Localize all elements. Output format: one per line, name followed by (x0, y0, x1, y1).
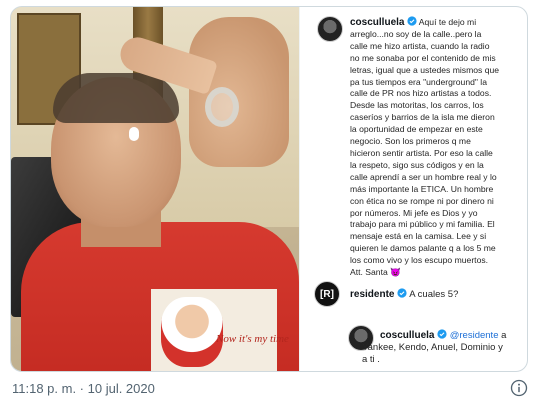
verified-badge-icon (437, 329, 447, 339)
caption-line: la respeto, sigo sus códigos y en la (350, 159, 484, 170)
mention-link[interactable]: @residente (450, 330, 499, 341)
post-sidebar: cosculluela Aquí te dejo mi arreglo...no… (299, 7, 527, 371)
comment-username[interactable]: cosculluela (380, 330, 434, 341)
caption-line: negocio. Son los primeros q me (350, 136, 471, 147)
info-icon[interactable] (510, 379, 528, 397)
caption-line: la oportunidad de empezar en este (350, 124, 483, 135)
post-caption: cosculluela Aquí te dejo mi arreglo...no… (350, 16, 527, 279)
caption-line: caseríos y barrios de la isla me dieron (350, 112, 495, 123)
verified-badge-icon (407, 16, 417, 26)
residente-logo-text: [R] (320, 288, 334, 300)
verified-badge-icon (397, 288, 407, 298)
photo-earbud (129, 127, 139, 141)
caption-line: los como vivo y los escupo muertos. (350, 255, 489, 266)
photo-santa-figure (161, 297, 223, 367)
caption-line: con ética no se rompe ni por dinero ni (350, 195, 494, 206)
caption-line: Desde las motoritas, los carros, los (350, 100, 484, 111)
comment-username[interactable]: residente (350, 289, 394, 300)
tweet-timestamp[interactable]: 11:18 p. m. · 10 jul. 2020 (12, 381, 155, 396)
comment-text: A cuales 5? (409, 289, 459, 300)
author-avatar[interactable] (317, 16, 343, 42)
comment-residente: residente A cuales 5? (350, 288, 526, 301)
caption-line: calle aprendí a ser un hombre real y lo (350, 171, 497, 182)
caption-line: calle me hizo artista, cuando la radio (350, 40, 490, 51)
comment-cosculluela-reply-lines: Yankee, Kendo, Anuel, Dominio y a ti . (362, 342, 526, 366)
caption-line: trabajo para mi público y mi familia. El (350, 219, 495, 230)
caption-line: calle de PR nos hizo artistas a todos. (350, 88, 492, 99)
caption-line: Att. Santa 😈 (350, 267, 401, 278)
post-photo: Now it's my time (11, 7, 299, 371)
caption-line: quieren le damos palante q a los 5 me (350, 243, 496, 254)
caption-line: letras, igual que a ustedes mismos que (350, 64, 500, 75)
comment-line: Yankee, Kendo, Anuel, Dominio y (362, 342, 503, 353)
comment-cosculluela-reply: cosculluela @residente a (380, 329, 526, 342)
caption-line: pa tus tiempos era "underground" la (350, 76, 488, 87)
photo-ring (205, 87, 239, 127)
comment-line: a ti . (362, 354, 380, 365)
caption-line: Aquí te dejo mi (418, 17, 477, 27)
caption-line: mensaje está en la camisa. Lee y si (350, 231, 487, 242)
caption-line: hicieron sentir artista. Por eso la call… (350, 147, 493, 158)
caption-username[interactable]: cosculluela (350, 17, 404, 28)
photo-hair (53, 73, 179, 123)
caption-line: no me sonaba por el contenido de mis (350, 52, 496, 63)
caption-line: más importante la ETICA. Un hombre (350, 183, 494, 194)
comment-avatar-residente[interactable]: [R] (314, 281, 340, 307)
shirt-print-text: Now it's my time (216, 333, 289, 345)
caption-line: arreglo...no soy de la calle..pero la (350, 28, 482, 39)
embedded-instagram-screenshot[interactable]: Now it's my time cosculluela Aquí te dej… (10, 6, 528, 372)
caption-line: por números. Mi jefe es Dios y yo (350, 207, 478, 218)
comment-text: a (498, 330, 507, 341)
